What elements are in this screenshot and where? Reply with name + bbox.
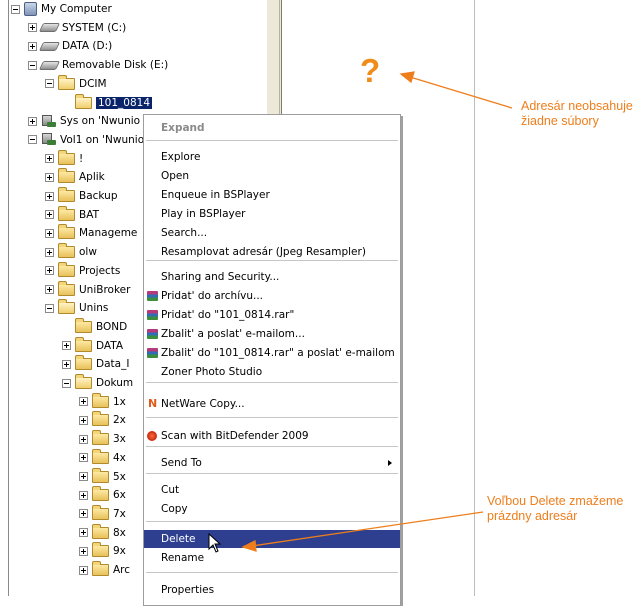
mouse-cursor-icon — [208, 533, 222, 553]
arrow-to-delete-item — [251, 511, 484, 547]
annotation-arrows — [241, 71, 513, 552]
arrow-head-empty-pane — [399, 71, 415, 84]
arrow-head-delete-item — [241, 539, 257, 552]
arrow-to-empty-pane — [409, 76, 513, 109]
